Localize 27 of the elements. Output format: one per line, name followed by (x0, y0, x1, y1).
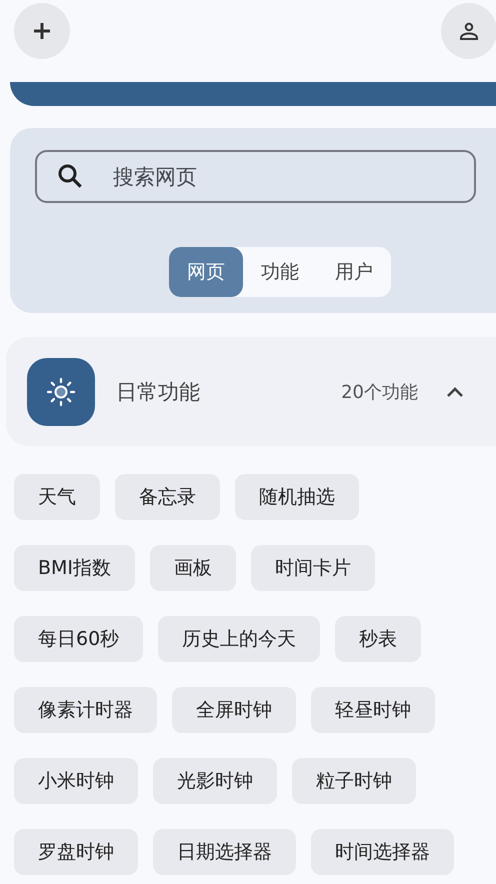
tool-chip[interactable]: 时间卡片 (251, 545, 376, 591)
tool-count: 20个功能 (341, 380, 418, 404)
tool-chip[interactable]: 光影时钟 (153, 758, 277, 804)
scope-tab[interactable]: 网页 (169, 247, 243, 297)
tool-chip[interactable]: 秒表 (335, 616, 422, 662)
plus-icon (31, 20, 53, 42)
tool-chip[interactable]: BMI指数 (14, 545, 136, 591)
tool-chip[interactable]: 历史上的今天 (158, 616, 320, 662)
tool-chip[interactable]: 备忘录 (115, 474, 220, 520)
tool-chip[interactable]: 轻昼时钟 (311, 687, 435, 733)
tool-chip[interactable]: 罗盘时钟 (14, 829, 138, 875)
tool-chip[interactable]: 像素计时器 (14, 687, 157, 733)
tool-chip[interactable]: 每日60秒 (14, 616, 144, 662)
tool-chip[interactable]: 时间选择器 (311, 829, 454, 875)
tool-chip[interactable]: 全屏时钟 (172, 687, 296, 733)
tool-chip[interactable]: 日期选择器 (153, 829, 296, 875)
sun-icon (46, 376, 76, 406)
tool-chip[interactable]: 小米时钟 (14, 758, 138, 804)
scope-tab[interactable]: 用户 (317, 247, 391, 297)
tool-chip[interactable]: 随机抽选 (235, 474, 359, 520)
category-header[interactable]: 日常功能 20个功能 (6, 337, 496, 446)
category-title: 日常功能 (116, 378, 201, 406)
scope-tab[interactable]: 功能 (243, 247, 317, 297)
tool-chip[interactable]: 天气 (14, 474, 100, 520)
tool-chip[interactable]: 画板 (150, 545, 236, 591)
search-field[interactable]: 搜索网页 (35, 150, 476, 203)
tool-chip[interactable]: 粒子时钟 (292, 758, 416, 804)
